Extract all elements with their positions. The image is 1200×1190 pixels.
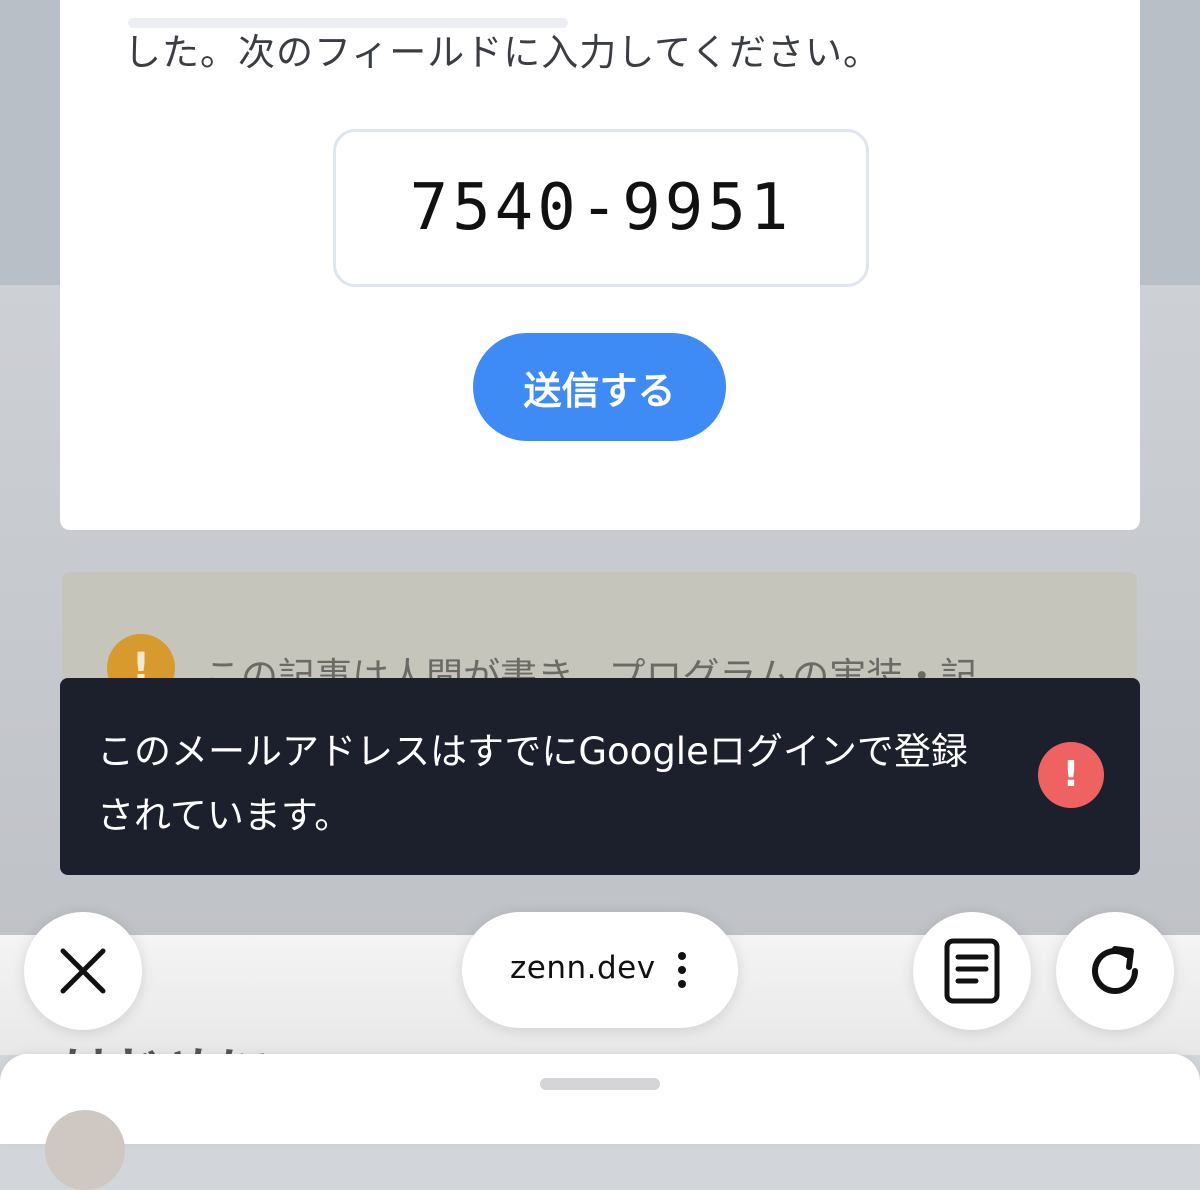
reader-mode-icon (944, 938, 1000, 1004)
toast-message: このメールアドレスはすでにGoogleログインで登録されています。 (97, 730, 968, 837)
close-button[interactable] (24, 912, 142, 1030)
more-vertical-icon[interactable] (678, 952, 688, 992)
sheet-grabber[interactable] (540, 1078, 660, 1090)
url-text: zenn.dev (510, 950, 656, 986)
reload-icon (1092, 946, 1138, 994)
reader-mode-button[interactable] (913, 912, 1031, 1030)
error-icon: ! (1038, 742, 1104, 808)
error-toast[interactable]: このメールアドレスはすでにGoogleログインで登録されています。 ! (60, 678, 1140, 875)
bottom-sheet[interactable] (0, 1054, 1200, 1190)
reload-button[interactable] (1056, 912, 1174, 1030)
avatar (45, 1110, 125, 1190)
url-bar[interactable]: zenn.dev (462, 912, 738, 1028)
instruction-text: した。次のフィールドに入力してください。 (124, 31, 882, 74)
verification-code-field[interactable]: 7540-9951 (333, 129, 869, 287)
submit-button[interactable]: 送信する (473, 333, 726, 441)
close-icon (60, 948, 106, 994)
